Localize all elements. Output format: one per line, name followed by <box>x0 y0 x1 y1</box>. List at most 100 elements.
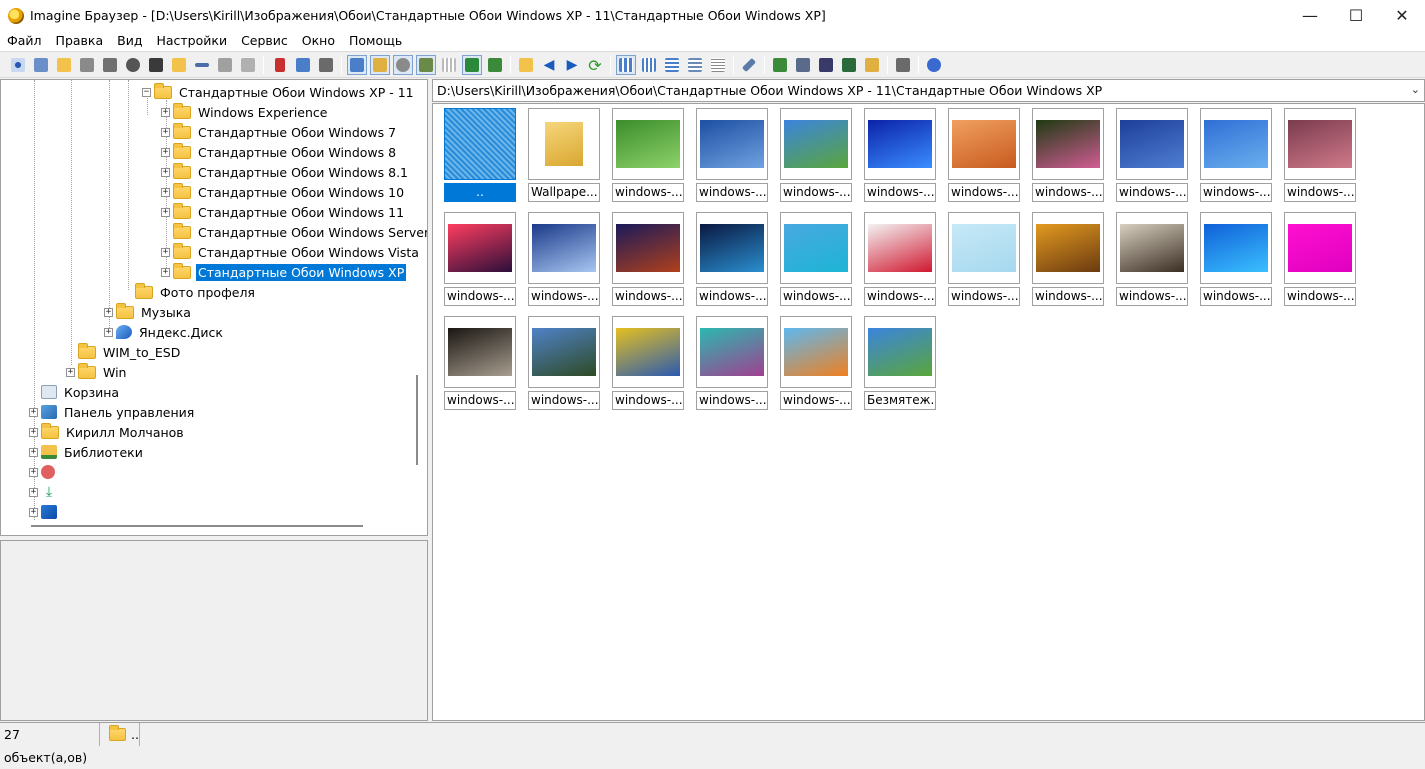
copy-icon[interactable] <box>293 55 313 75</box>
thumbnail-item[interactable]: Wallpape... <box>528 108 600 202</box>
forward-arrow-icon[interactable]: ▶ <box>562 55 582 75</box>
tree-item-win[interactable]: + Win <box>66 362 128 382</box>
save-icon[interactable] <box>77 55 97 75</box>
tree-item-wim-to-esd[interactable]: WIM_to_ESD <box>66 342 182 362</box>
notes-icon[interactable] <box>893 55 913 75</box>
chevron-down-icon[interactable]: ⌄ <box>1411 83 1420 96</box>
table-view-icon[interactable] <box>708 55 728 75</box>
minimize-button[interactable]: — <box>1287 0 1333 31</box>
tree-item-win81[interactable]: + Стандартные Обои Windows 8.1 <box>161 162 410 182</box>
expand-toggle[interactable]: + <box>29 487 38 497</box>
tree-item-server[interactable]: Стандартные Обои Windows Server <box>161 222 427 242</box>
convert-icon[interactable] <box>770 55 790 75</box>
batch-icon[interactable] <box>793 55 813 75</box>
tree-item-libraries[interactable]: + Библиотеки <box>29 442 145 462</box>
close-button[interactable]: ✕ <box>1379 0 1425 31</box>
expand-toggle[interactable]: + <box>161 207 170 217</box>
tree-item-vista[interactable]: + Стандартные Обои Windows Vista <box>161 242 421 262</box>
info-icon[interactable] <box>123 55 143 75</box>
expand-toggle[interactable]: + <box>161 187 170 197</box>
thumbnail-item[interactable]: windows-... <box>1284 212 1356 306</box>
menu-file[interactable]: Файл <box>0 31 49 51</box>
thumbnail-item[interactable]: windows-... <box>1200 108 1272 202</box>
filmstrip-icon[interactable] <box>485 55 505 75</box>
large-thumbs-view-icon[interactable] <box>616 55 636 75</box>
paste-icon[interactable] <box>316 55 336 75</box>
edit-icon[interactable] <box>862 55 882 75</box>
view-icon[interactable] <box>8 55 28 75</box>
thumbnail-item[interactable]: windows-... <box>948 212 1020 306</box>
expand-toggle[interactable]: + <box>104 327 113 337</box>
expand-toggle[interactable]: + <box>161 127 170 137</box>
tree-item-xp-11[interactable]: − Стандартные Обои Windows XP - 11 <box>142 82 416 102</box>
thumbnail-item[interactable]: windows-... <box>444 212 516 306</box>
tree-item-win7[interactable]: + Стандартные Обои Windows 7 <box>161 122 398 142</box>
rename-icon[interactable] <box>192 55 212 75</box>
thumbnail-item[interactable]: windows-... <box>696 212 768 306</box>
address-bar[interactable]: D:\Users\Kirill\Изображения\Обои\Стандар… <box>432 79 1425 102</box>
thumbnail-item[interactable]: windows-... <box>612 108 684 202</box>
new-folder-icon[interactable] <box>169 55 189 75</box>
thumbnail-item[interactable]: windows-... <box>612 212 684 306</box>
vertical-scrollbar[interactable] <box>416 375 418 465</box>
thumbnail-item[interactable]: windows-... <box>1116 108 1188 202</box>
thumbnail-item[interactable]: windows-... <box>1284 108 1356 202</box>
thumbnail-item[interactable]: windows-... <box>696 108 768 202</box>
tools-wrench-icon[interactable] <box>739 55 759 75</box>
thumbnail-item[interactable]: windows-... <box>948 108 1020 202</box>
properties-icon[interactable] <box>238 55 258 75</box>
expand-toggle[interactable]: + <box>29 427 38 437</box>
film-icon[interactable] <box>839 55 859 75</box>
tree-item-user-folder[interactable]: + Кирилл Молчанов <box>29 422 186 442</box>
thumbnail-item[interactable]: windows-... <box>1200 212 1272 306</box>
tree-item-win10[interactable]: + Стандартные Обои Windows 10 <box>161 182 406 202</box>
collapse-toggle[interactable]: − <box>142 87 151 97</box>
tree-item-pictures[interactable]: + <box>29 502 62 522</box>
expand-toggle[interactable]: + <box>29 507 38 517</box>
tree-item-windows-experience[interactable]: + Windows Experience <box>161 102 329 122</box>
thumbnail-item[interactable]: windows-... <box>864 212 936 306</box>
print-icon[interactable] <box>100 55 120 75</box>
expand-toggle[interactable]: + <box>161 267 170 277</box>
horizontal-scrollbar[interactable] <box>31 525 363 527</box>
thumbnail-item[interactable]: windows-... <box>780 316 852 410</box>
thumbnail-item[interactable]: windows-... <box>780 108 852 202</box>
refresh-icon[interactable]: ⟳ <box>585 55 605 75</box>
help-icon[interactable] <box>924 55 944 75</box>
small-thumbs-view-icon[interactable] <box>639 55 659 75</box>
expand-toggle[interactable]: + <box>104 307 113 317</box>
thumbnail-item[interactable]: windows-... <box>1116 212 1188 306</box>
expand-toggle[interactable]: + <box>29 447 38 457</box>
thumbnail-item[interactable]: windows-... <box>1032 212 1104 306</box>
window-mode-icon[interactable] <box>347 55 367 75</box>
back-arrow-icon[interactable]: ◀ <box>539 55 559 75</box>
expand-toggle[interactable]: + <box>66 367 75 377</box>
tree-item-win8[interactable]: + Стандартные Обои Windows 8 <box>161 142 398 162</box>
thumbnail-item[interactable]: windows-... <box>528 212 600 306</box>
thumbnails-toggle-icon[interactable] <box>416 55 436 75</box>
tree-item-yandex-disk[interactable]: + Яндекс.Диск <box>104 322 225 342</box>
tree-item-music[interactable]: + Музыка <box>104 302 193 322</box>
maximize-button[interactable]: ☐ <box>1333 0 1379 31</box>
details-toggle-icon[interactable] <box>462 55 482 75</box>
menu-window[interactable]: Окно <box>295 31 342 51</box>
thumbnail-item[interactable]: windows-... <box>1032 108 1104 202</box>
preview-toggle-icon[interactable] <box>393 55 413 75</box>
thumbnail-item[interactable]: windows-... <box>864 108 936 202</box>
expand-toggle[interactable]: + <box>161 167 170 177</box>
thumbnail-parent-folder[interactable]: .. <box>444 108 516 202</box>
cut-icon[interactable] <box>270 55 290 75</box>
menu-help[interactable]: Помощь <box>342 31 409 51</box>
open-folder-icon[interactable] <box>54 55 74 75</box>
expand-toggle[interactable]: + <box>29 467 38 477</box>
up-folder-icon[interactable] <box>516 55 536 75</box>
menu-view[interactable]: Вид <box>110 31 149 51</box>
thumbnail-item[interactable]: windows-... <box>612 316 684 410</box>
capture-icon[interactable] <box>816 55 836 75</box>
tree-item-music-app[interactable]: + <box>29 462 60 482</box>
details-view-icon[interactable] <box>685 55 705 75</box>
expand-toggle[interactable]: + <box>161 107 170 117</box>
camera-icon[interactable] <box>146 55 166 75</box>
thumbnail-item[interactable]: windows-... <box>528 316 600 410</box>
grid-icon[interactable] <box>439 55 459 75</box>
